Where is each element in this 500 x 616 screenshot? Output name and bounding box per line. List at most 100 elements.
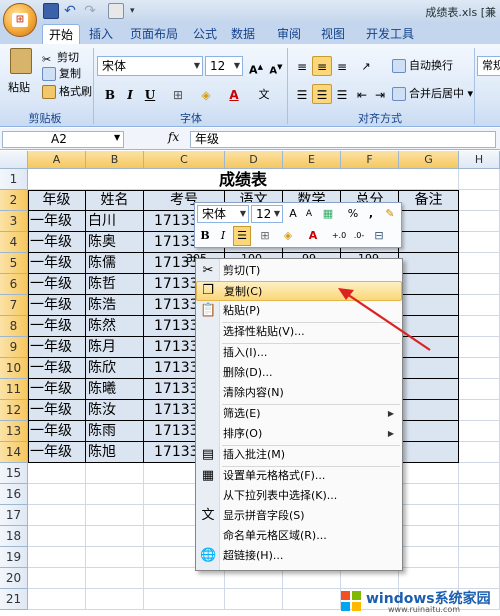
grow-font-button[interactable]: A▲ (246, 56, 266, 77)
grid-cell[interactable] (459, 295, 500, 316)
column-header[interactable]: E (283, 151, 341, 169)
grid-cell[interactable] (86, 484, 144, 505)
mini-format-table-icon[interactable]: ▦ (320, 205, 336, 223)
grid-cell[interactable] (459, 568, 500, 589)
column-header[interactable]: D (225, 151, 283, 169)
grid-cell[interactable] (144, 589, 225, 610)
row-header[interactable]: 21 (0, 589, 28, 610)
font-color-icon[interactable]: A (224, 84, 244, 104)
grid-cell[interactable] (399, 526, 459, 547)
row-header[interactable]: 11 (0, 379, 28, 400)
grid-cell[interactable] (28, 526, 86, 547)
shrink-font-button[interactable]: A▼ (266, 56, 286, 76)
column-header[interactable]: F (341, 151, 399, 169)
align-left-icon[interactable]: ☰ (292, 84, 312, 104)
column-header[interactable]: A (28, 151, 86, 169)
name-box[interactable]: A2 (2, 131, 124, 148)
align-middle-icon[interactable]: ≡ (312, 56, 332, 76)
table-cell[interactable]: 陈雨 (86, 421, 144, 442)
decrease-indent-icon[interactable]: ⇤ (352, 84, 372, 104)
grid-cell[interactable] (399, 211, 459, 232)
table-cell[interactable]: 一年级 (28, 274, 86, 295)
row-header[interactable]: 5 (0, 253, 28, 274)
table-cell[interactable]: 陈奥 (86, 232, 144, 253)
sheet-title[interactable]: 成绩表 (28, 169, 459, 190)
insert-function-button[interactable]: fx (130, 130, 190, 148)
tab-formulas[interactable]: 公式 (188, 24, 222, 44)
paste-button[interactable]: 粘贴 (8, 80, 30, 96)
row-header[interactable]: 19 (0, 547, 28, 568)
table-cell[interactable]: 白川 (86, 211, 144, 232)
row-header[interactable]: 14 (0, 442, 28, 463)
grid-cell[interactable] (459, 421, 500, 442)
tab-developer[interactable]: 开发工具 (360, 24, 420, 44)
grid-cell[interactable] (459, 505, 500, 526)
table-header-cell[interactable]: 年级 (28, 190, 86, 211)
mini-grow-font-icon[interactable]: A (286, 205, 300, 223)
grid-cell[interactable] (399, 358, 459, 379)
row-header[interactable]: 12 (0, 400, 28, 421)
align-right-icon[interactable]: ☰ (332, 84, 352, 104)
row-header[interactable]: 7 (0, 295, 28, 316)
grid-cell[interactable] (399, 463, 459, 484)
table-cell[interactable]: 一年级 (28, 211, 86, 232)
column-header[interactable]: G (399, 151, 459, 169)
table-cell[interactable]: 一年级 (28, 358, 86, 379)
grid-cell[interactable] (459, 379, 500, 400)
row-header[interactable]: 6 (0, 274, 28, 295)
grid-cell[interactable] (459, 484, 500, 505)
table-cell[interactable]: 陈然 (86, 316, 144, 337)
grid-cell[interactable] (86, 463, 144, 484)
grid-cell[interactable] (399, 547, 459, 568)
menu-item[interactable]: 插入批注(M) (196, 445, 402, 465)
mini-italic-button[interactable]: I (215, 227, 231, 245)
mini-center-icon[interactable]: ☰ (233, 226, 251, 246)
mini-bold-button[interactable]: B (197, 227, 213, 245)
table-cell[interactable]: 一年级 (28, 379, 86, 400)
table-header-cell[interactable]: 姓名 (86, 190, 144, 211)
tab-review[interactable]: 审阅 (272, 24, 306, 44)
mini-comma-button[interactable]: , (366, 205, 376, 223)
table-cell[interactable]: 一年级 (28, 400, 86, 421)
grid-cell[interactable] (341, 568, 399, 589)
fill-color-icon[interactable]: ◈ (196, 84, 216, 104)
grid-cell[interactable] (459, 442, 500, 463)
office-button[interactable]: ⊞ (3, 3, 37, 37)
grid-cell[interactable] (86, 526, 144, 547)
mini-percent-button[interactable]: % (346, 205, 360, 223)
menu-item[interactable]: 排序(O) ▶ (196, 424, 402, 444)
grid-cell[interactable] (28, 505, 86, 526)
mini-font-combo[interactable]: 宋体 ▼ (197, 205, 249, 223)
merge-center-button[interactable]: 合并后居中 ▾ (392, 86, 473, 102)
row-header[interactable]: 20 (0, 568, 28, 589)
borders-icon[interactable]: ⊞ (168, 84, 188, 104)
mini-size-combo[interactable]: 12 ▼ (251, 205, 283, 223)
format-painter-button[interactable]: 格式刷 (42, 84, 92, 100)
wrap-text-button[interactable]: 自动换行 (392, 58, 453, 74)
formula-input[interactable]: 年级 (190, 131, 496, 148)
column-header[interactable]: B (86, 151, 144, 169)
grid-cell[interactable] (28, 463, 86, 484)
mini-decrease-decimal-button[interactable]: .0- (350, 227, 368, 245)
grid-cell[interactable] (399, 505, 459, 526)
italic-button[interactable]: I (120, 84, 140, 104)
menu-item[interactable]: 剪切(T) (196, 261, 402, 281)
increase-indent-icon[interactable]: ⇥ (370, 84, 390, 104)
row-header[interactable]: 4 (0, 232, 28, 253)
align-top-icon[interactable]: ≡ (292, 56, 312, 76)
row-header[interactable]: 9 (0, 337, 28, 358)
row-header[interactable]: 15 (0, 463, 28, 484)
grid-cell[interactable] (459, 526, 500, 547)
tab-view[interactable]: 视图 (316, 24, 350, 44)
grid-cell[interactable] (399, 442, 459, 463)
menu-item[interactable]: 显示拼音字段(S) (196, 506, 402, 526)
grid-cell[interactable] (86, 568, 144, 589)
grid-cell[interactable] (399, 484, 459, 505)
table-cell[interactable]: 陈哲 (86, 274, 144, 295)
table-cell[interactable]: 陈汝 (86, 400, 144, 421)
menu-item[interactable]: 超链接(H)... (196, 546, 402, 566)
tab-data[interactable]: 数据 (226, 24, 260, 44)
number-format-combo[interactable]: 常规 (477, 56, 500, 76)
paste-icon[interactable] (10, 48, 32, 74)
cut-button[interactable]: ✂ 剪切 (42, 50, 79, 66)
